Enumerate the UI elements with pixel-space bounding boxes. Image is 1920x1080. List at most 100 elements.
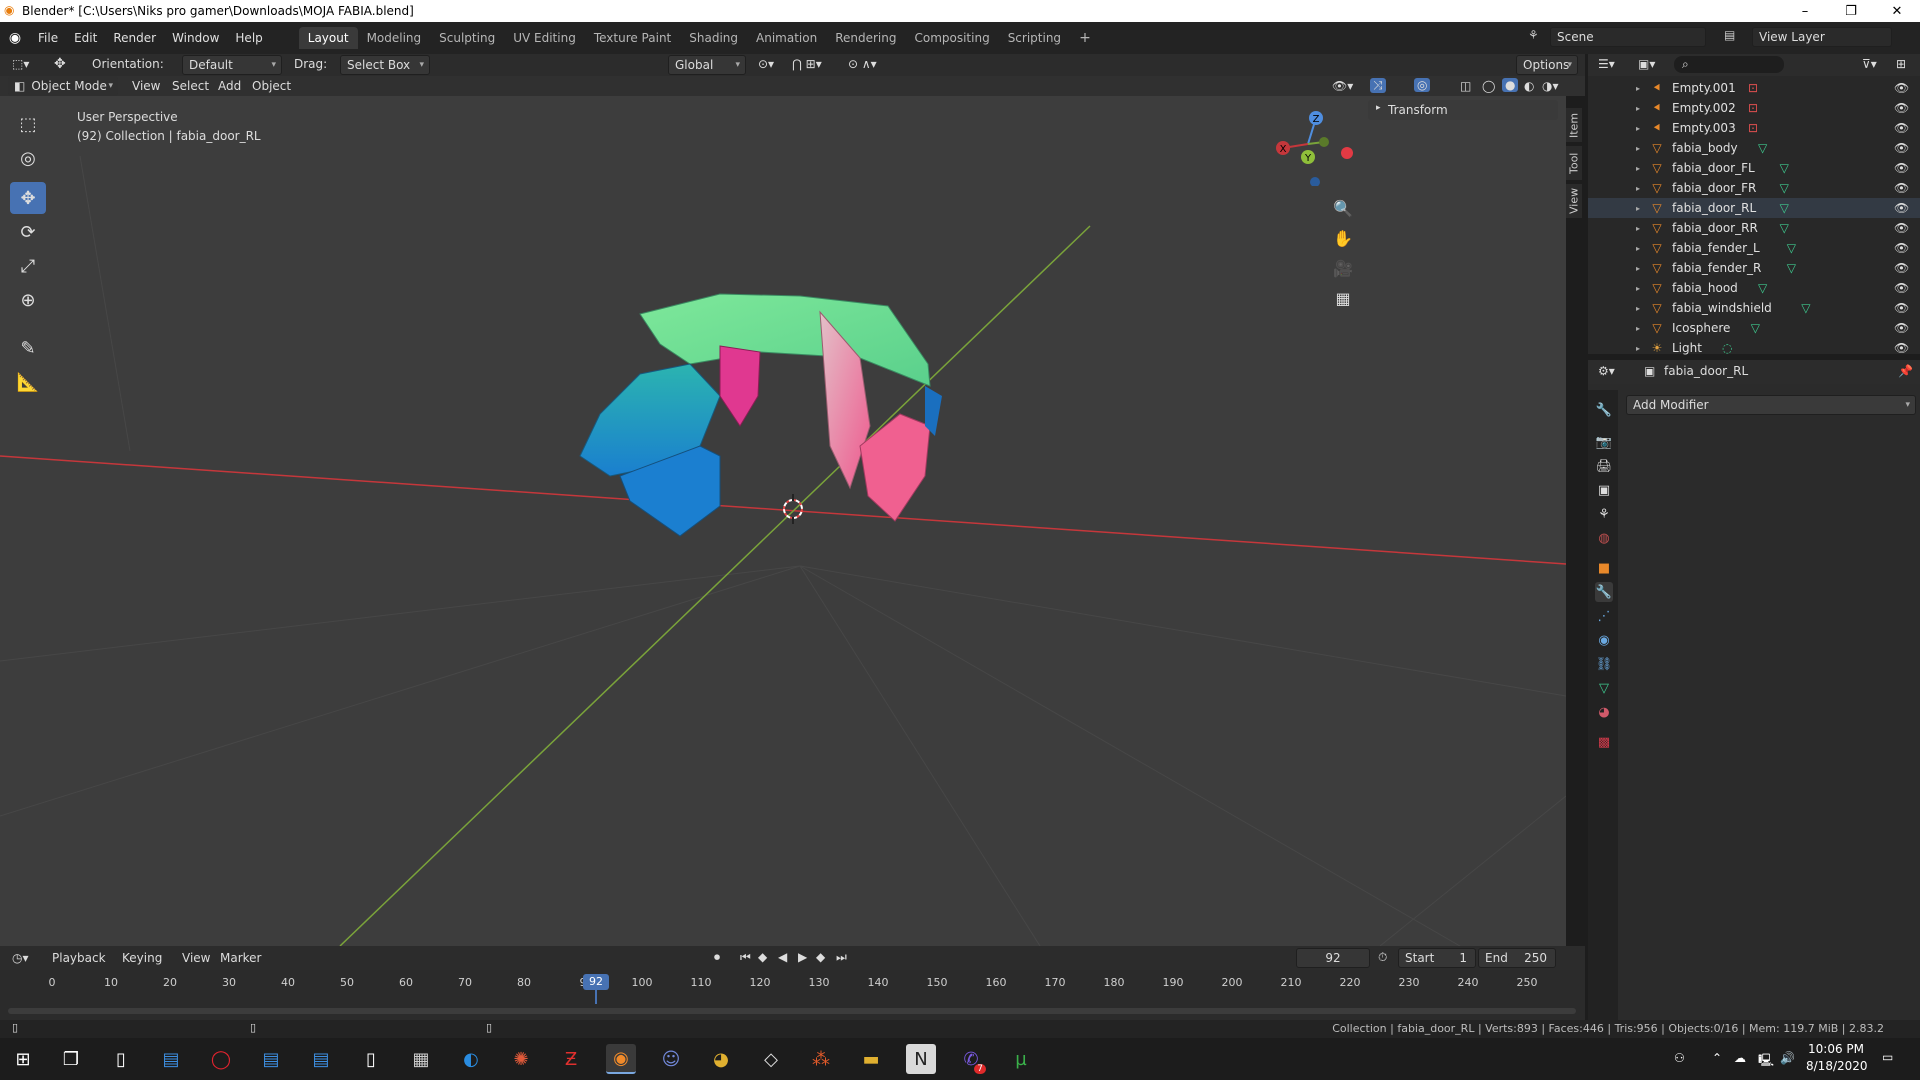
empty-data-icon[interactable]: ⊡ (1748, 101, 1758, 115)
outliner-search-input[interactable]: ⌕ (1674, 56, 1784, 73)
edge-icon[interactable]: ◐ (456, 1044, 486, 1074)
pan-hand-icon[interactable]: ✋ (1328, 224, 1358, 252)
tab-uv-editing[interactable]: UV Editing (504, 27, 585, 49)
expand-arrow-icon[interactable]: ▸ (1636, 124, 1640, 133)
scale-tool[interactable]: ⤢ (10, 250, 46, 282)
mesh-data-icon[interactable]: ▽ (1787, 261, 1796, 275)
outliner-row[interactable]: ▸ ⯇ Empty.001 ⊡ 👁 (1588, 78, 1920, 98)
world-tab-icon[interactable]: ◍ (1595, 528, 1613, 548)
menu-file[interactable]: File (30, 31, 66, 45)
camera-view-icon[interactable]: 🎥 (1328, 254, 1358, 282)
material-tab-icon[interactable]: ◕ (1595, 702, 1613, 722)
viewport-menu-select[interactable]: Select (172, 79, 209, 93)
outliner-row[interactable]: ▸ ⯇ Empty.002 ⊡ 👁 (1588, 98, 1920, 118)
tab-scripting[interactable]: Scripting (999, 27, 1070, 49)
visibility-eye-icon[interactable]: 👁 (1894, 341, 1909, 355)
blender-menu-icon[interactable]: ◉ (0, 30, 30, 46)
new-collection-icon[interactable]: ⊞ (1896, 57, 1906, 71)
restore-button[interactable]: ❐ (1828, 0, 1874, 22)
orientation-dropdown[interactable]: Default ▾ (182, 55, 282, 75)
light-data-icon[interactable]: ◌ (1722, 341, 1732, 355)
outliner-row[interactable]: ▸ ▽ fabia_hood ▽ 👁 (1588, 278, 1920, 298)
task-view-icon[interactable]: ❐ (56, 1044, 86, 1074)
people-icon[interactable]: ⚇ (1674, 1051, 1685, 1065)
modifier-tab-icon[interactable]: 🔧 (1595, 582, 1613, 602)
roblox-icon[interactable]: ◇ (756, 1044, 786, 1074)
app-window-icon-2[interactable]: ▤ (256, 1044, 286, 1074)
visibility-eye-icon[interactable]: 👁 (1894, 181, 1909, 195)
sidebar-tab-tool[interactable]: Tool (1566, 146, 1582, 180)
clock-date[interactable]: 8/18/2020 (1806, 1059, 1868, 1073)
opera-icon[interactable]: ◯ (206, 1044, 236, 1074)
visibility-eye-icon[interactable]: 👁 (1894, 261, 1909, 275)
discord-icon[interactable]: ☺ (656, 1044, 686, 1074)
outliner-row[interactable]: ▸ ☀ Light ◌ 👁 (1588, 338, 1920, 358)
file-icon[interactable]: ▯ (106, 1044, 136, 1074)
snap-icon[interactable]: ⋂ ⊞▾ (792, 57, 822, 71)
shading-material-icon[interactable]: ◐ (1524, 79, 1534, 93)
tab-animation[interactable]: Animation (747, 27, 826, 49)
tray-chevron-icon[interactable]: ⌃ (1712, 1051, 1722, 1065)
visibility-eye-icon[interactable]: 👁 (1894, 241, 1909, 255)
visibility-eye-icon[interactable]: 👁 (1894, 221, 1909, 235)
cursor-tool[interactable]: ◎ (10, 142, 46, 174)
expand-arrow-icon[interactable]: ▸ (1636, 164, 1640, 173)
data-tab-icon[interactable]: ▽ (1595, 678, 1613, 698)
clock-time[interactable]: 10:06 PM (1808, 1042, 1864, 1056)
viewport-menu-view[interactable]: View (132, 79, 160, 93)
mesh-data-icon[interactable]: ▽ (1780, 221, 1789, 235)
mesh-data-icon[interactable]: ▽ (1787, 241, 1796, 255)
expand-arrow-icon[interactable]: ▸ (1636, 104, 1640, 113)
mesh-data-icon[interactable]: ▽ (1758, 281, 1767, 295)
app-window-icon[interactable]: ▤ (156, 1044, 186, 1074)
image-app-icon[interactable]: ▦ (406, 1044, 436, 1074)
visibility-eye-icon[interactable]: 👁 (1894, 121, 1909, 135)
outliner-row[interactable]: ▸ ▽ fabia_fender_L ▽ 👁 (1588, 238, 1920, 258)
drag-dropdown[interactable]: Select Box ▾ (340, 55, 430, 75)
expand-arrow-icon[interactable]: ▸ (1636, 84, 1640, 93)
visibility-eye-icon[interactable]: 👁 (1894, 301, 1909, 315)
tab-sculpting[interactable]: Sculpting (430, 27, 504, 49)
scene-tab-icon[interactable]: ⚘ (1595, 504, 1613, 524)
menu-window[interactable]: Window (164, 31, 227, 45)
outliner-row[interactable]: ▸ ▽ fabia_door_FL ▽ 👁 (1588, 158, 1920, 178)
ortho-grid-icon[interactable]: ▦ (1328, 284, 1358, 312)
measure-tool[interactable]: 📐 (10, 366, 46, 398)
visibility-eye-icon[interactable]: 👁 (1894, 81, 1909, 95)
rotate-tool[interactable]: ⟳ (10, 216, 46, 248)
tab-layout[interactable]: Layout (298, 27, 358, 49)
filter-icon[interactable]: ⊽▾ (1862, 57, 1877, 71)
mesh-data-icon[interactable]: ▽ (1780, 181, 1789, 195)
mode-dropdown[interactable]: ◧ Object Mode ▾ (8, 76, 118, 96)
overlay-toggle-icon[interactable]: ◎ (1414, 78, 1431, 92)
select-box-tool[interactable]: ⬚ (10, 108, 46, 140)
mesh-data-icon[interactable]: ▽ (1780, 201, 1789, 215)
minimize-button[interactable]: – (1782, 0, 1828, 22)
editor-type-icon[interactable]: ⬚▾ (12, 57, 29, 71)
tab-texture-paint[interactable]: Texture Paint (585, 27, 680, 49)
network-app-icon[interactable]: ⁂ (806, 1044, 836, 1074)
mesh-data-icon[interactable]: ▽ (1758, 141, 1767, 155)
texture-tab-icon[interactable]: ▩ (1595, 732, 1613, 752)
visibility-eye-icon[interactable]: 👁 (1894, 321, 1909, 335)
menu-render[interactable]: Render (105, 31, 164, 45)
outliner-editor-icon[interactable]: ☰▾ (1598, 57, 1615, 71)
empty-data-icon[interactable]: ⊡ (1748, 121, 1758, 135)
sidebar-tab-view[interactable]: View (1566, 184, 1582, 218)
viewport-menu-object[interactable]: Object (252, 79, 291, 93)
navigation-gizmo[interactable]: Z X Y (1268, 96, 1358, 186)
particles-tab-icon[interactable]: ⋰ (1595, 606, 1613, 626)
expand-arrow-icon[interactable]: ▸ (1636, 184, 1640, 193)
file-explorer-icon[interactable]: ▬ (856, 1044, 886, 1074)
mesh-data-icon[interactable]: ▽ (1801, 301, 1810, 315)
outliner-row[interactable]: ▸ ⯇ Empty.003 ⊡ 👁 (1588, 118, 1920, 138)
outliner-row[interactable]: ▸ ▽ fabia_door_RR ▽ 👁 (1588, 218, 1920, 238)
expand-arrow-icon[interactable]: ▸ (1636, 344, 1640, 353)
expand-arrow-icon[interactable]: ▸ (1636, 284, 1640, 293)
visibility-eye-icon[interactable]: 👁 (1894, 281, 1909, 295)
zoom-icon[interactable]: 🔍 (1328, 194, 1358, 222)
menu-help[interactable]: Help (227, 31, 270, 45)
chrome-icon[interactable]: ◕ (706, 1044, 736, 1074)
timeline-playhead[interactable]: 92 (583, 974, 609, 990)
shading-solid-icon[interactable]: ● (1502, 78, 1519, 92)
